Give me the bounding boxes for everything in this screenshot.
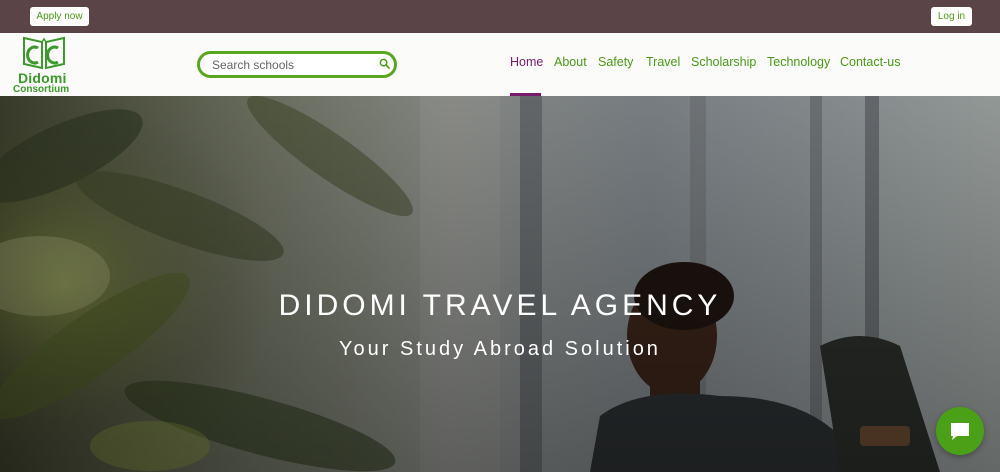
search-input[interactable] [212,56,372,74]
nav-item-travel[interactable]: Travel [646,55,680,69]
nav-item-safety[interactable]: Safety [598,55,633,69]
nav-item-scholarship[interactable]: Scholarship [691,55,756,69]
nav-item-home[interactable]: Home [510,55,543,69]
nav-item-contact-us[interactable]: Contact-us [840,55,900,69]
search-box [197,51,397,78]
main-navbar: Didomi Consortium Home About Safety Trav… [0,33,1000,96]
search-icon[interactable] [379,58,390,69]
chat-button[interactable] [936,407,984,455]
open-book-dc-logo-icon [23,36,65,70]
chat-bubble-icon [951,423,969,440]
logo-tagline: Consortium [13,84,70,95]
site-logo[interactable]: Didomi Consortium [10,33,80,95]
hero-banner: DIDOMI TRAVEL AGENCY Your Study Abroad S… [0,96,1000,472]
apply-now-button[interactable]: Apply now [30,7,89,26]
nav-item-technology[interactable]: Technology [767,55,830,69]
hero-background-image [0,96,1000,472]
hero-subtitle: Your Study Abroad Solution [339,338,661,360]
top-bar: Apply now Log in [0,0,1000,33]
hero-title: DIDOMI TRAVEL AGENCY [278,289,722,322]
login-button[interactable]: Log in [931,7,972,26]
nav-item-about[interactable]: About [554,55,587,69]
